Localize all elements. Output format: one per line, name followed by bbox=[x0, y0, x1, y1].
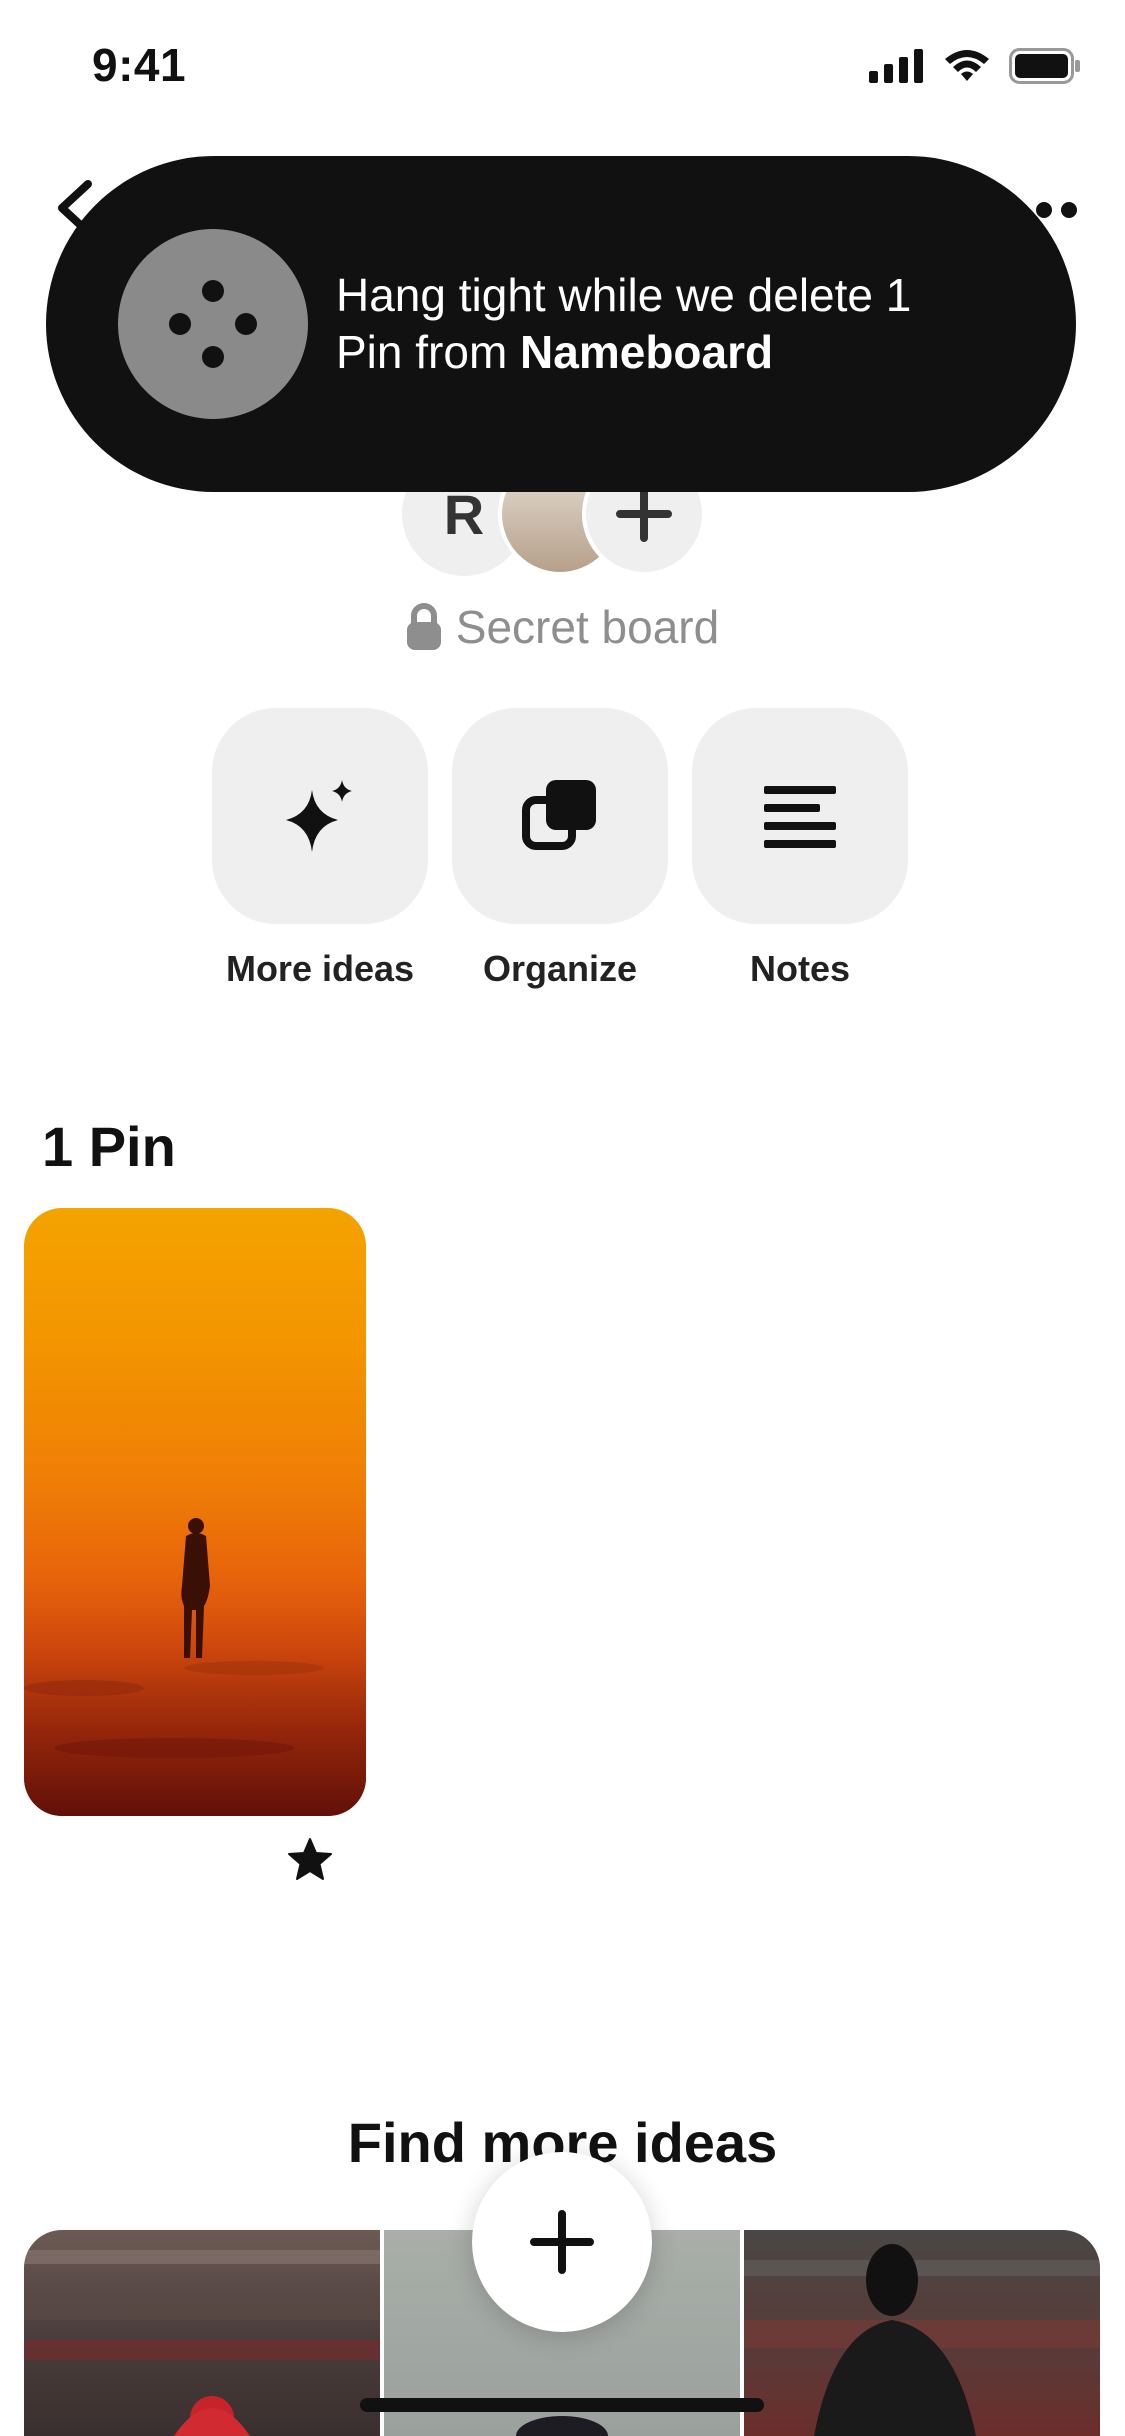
more-ideas-label: More ideas bbox=[225, 948, 415, 989]
signal-icon bbox=[869, 49, 923, 83]
board-actions: More ideas Organize Notes bbox=[212, 708, 908, 990]
pin-image bbox=[24, 1518, 366, 1816]
board-page: 9:41 Hang tight while we delete 1 Pin fr… bbox=[0, 0, 1125, 2436]
organize-action[interactable]: Organize bbox=[452, 708, 668, 990]
notes-lines-icon bbox=[764, 786, 836, 848]
idea-pin[interactable] bbox=[744, 2230, 1100, 2436]
add-button[interactable] bbox=[472, 2152, 652, 2332]
home-indicator bbox=[360, 2398, 764, 2412]
battery-icon bbox=[1009, 48, 1080, 84]
pin-card[interactable] bbox=[24, 1208, 366, 1816]
more-ideas-action[interactable]: More ideas bbox=[212, 708, 428, 990]
star-icon[interactable] bbox=[286, 1836, 334, 1884]
loading-dots-icon bbox=[118, 229, 308, 419]
toast-board-name: Nameboard bbox=[520, 326, 774, 378]
status-time: 9:41 bbox=[92, 39, 187, 91]
pin-count: 1 Pin bbox=[42, 1115, 176, 1178]
idea-pin[interactable] bbox=[24, 2230, 380, 2436]
privacy-row: Secret board bbox=[0, 600, 1125, 654]
notes-label: Notes bbox=[749, 948, 851, 989]
status-icons bbox=[869, 48, 1081, 84]
notes-action[interactable]: Notes bbox=[692, 708, 908, 990]
plus-icon bbox=[616, 486, 672, 542]
organize-label: Organize bbox=[482, 948, 638, 989]
toast-message: Hang tight while we delete 1 Pin from Na… bbox=[336, 267, 976, 381]
plus-icon bbox=[530, 2210, 594, 2274]
delete-progress-toast: Hang tight while we delete 1 Pin from Na… bbox=[46, 156, 1076, 492]
sparkle-icon bbox=[286, 780, 352, 852]
privacy-label: Secret board bbox=[455, 601, 720, 653]
organize-icon bbox=[522, 780, 596, 850]
notes-button[interactable] bbox=[692, 708, 908, 924]
more-ideas-button[interactable] bbox=[212, 708, 428, 924]
lock-icon bbox=[406, 603, 441, 650]
organize-button[interactable] bbox=[452, 708, 668, 924]
wifi-icon bbox=[945, 50, 989, 81]
